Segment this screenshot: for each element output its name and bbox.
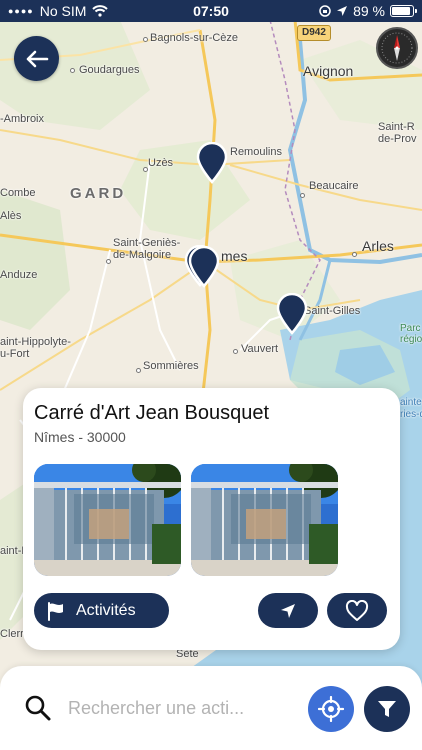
place-dot xyxy=(143,37,148,42)
place-label: Beaucaire xyxy=(309,180,359,192)
locate-me-button[interactable] xyxy=(308,686,354,732)
place-label: Alès xyxy=(0,210,22,222)
battery-percent: 89 % xyxy=(353,3,385,19)
place-photo[interactable] xyxy=(191,464,338,576)
place-card[interactable]: Carré d'Art Jean Bousquet Nîmes - 30000 xyxy=(23,388,400,650)
place-label: -Ambroix xyxy=(0,113,45,125)
favorite-button[interactable] xyxy=(327,593,387,628)
compass-icon xyxy=(381,32,413,64)
building-photo xyxy=(34,464,181,576)
place-label: Remoulins xyxy=(230,146,282,158)
place-dot xyxy=(143,167,148,172)
place-dot xyxy=(300,193,305,198)
battery-fill xyxy=(392,7,410,15)
place-label: Vauvert xyxy=(241,343,279,355)
map-marker[interactable] xyxy=(195,141,229,184)
place-label: Anduze xyxy=(0,269,38,281)
search-input[interactable] xyxy=(68,692,278,724)
search-bar xyxy=(0,666,422,750)
place-label: Arles xyxy=(362,238,394,254)
place-label: de-Prov xyxy=(378,133,417,145)
arrow-left-icon xyxy=(26,50,48,67)
place-label: ries-de xyxy=(400,409,422,420)
search-icon[interactable] xyxy=(24,694,52,722)
orientation-lock-icon xyxy=(319,5,331,17)
place-label: Avignon xyxy=(303,63,354,79)
place-location: Nîmes - 30000 xyxy=(34,429,126,445)
place-label: Combe xyxy=(0,187,36,199)
place-label: de-Malgoire xyxy=(113,249,172,261)
place-label: régio xyxy=(400,334,422,345)
place-photo[interactable] xyxy=(34,464,181,576)
place-dot xyxy=(136,368,141,373)
building-photo xyxy=(191,464,338,576)
road-shield: D942 xyxy=(297,25,331,41)
place-label: Goudargues xyxy=(79,64,140,76)
place-dot xyxy=(233,349,238,354)
filter-icon xyxy=(378,701,396,717)
flag-icon xyxy=(48,601,63,621)
place-label: Clerr xyxy=(0,628,24,640)
heart-icon xyxy=(345,599,369,621)
status-bar: ●●●● No SIM 07:50 89 % xyxy=(0,0,422,22)
map-pin-icon xyxy=(276,292,308,335)
map-marker[interactable] xyxy=(275,292,309,335)
activities-label: Activités xyxy=(76,601,136,619)
place-dot xyxy=(106,259,111,264)
activities-button[interactable]: Activités xyxy=(34,593,169,628)
place-label: u-Fort xyxy=(0,348,30,360)
navigation-arrow-icon xyxy=(281,603,295,618)
compass-button[interactable] xyxy=(376,27,418,69)
location-arrow-icon xyxy=(337,6,348,16)
place-label: Uzès xyxy=(148,157,174,169)
map-pin-icon xyxy=(196,141,228,184)
back-button[interactable] xyxy=(14,36,59,81)
crosshair-icon xyxy=(318,696,344,722)
place-dot xyxy=(352,252,357,257)
place-label: Bagnols-sur-Cèze xyxy=(150,32,239,44)
map-pin-icon xyxy=(188,245,220,288)
filter-button[interactable] xyxy=(364,686,410,732)
place-title: Carré d'Art Jean Bousquet xyxy=(34,402,270,424)
place-label: Sommières xyxy=(143,360,199,372)
place-label: mes xyxy=(221,248,248,264)
place-label: Saint-Gilles xyxy=(304,305,361,317)
directions-button[interactable] xyxy=(258,593,318,628)
map-marker-selected[interactable] xyxy=(187,245,221,288)
region-label: GARD xyxy=(70,185,127,202)
place-dot xyxy=(70,68,75,73)
battery-icon xyxy=(390,5,417,17)
